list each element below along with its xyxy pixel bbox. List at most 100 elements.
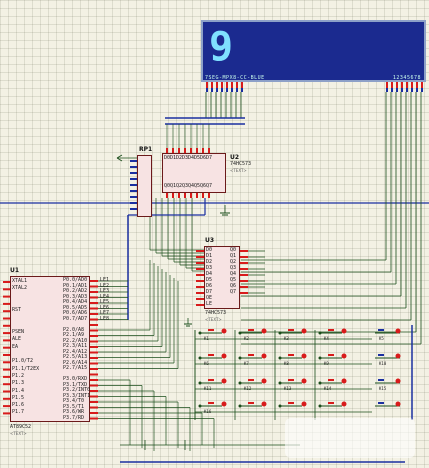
key-pin [261, 328, 267, 334]
key-pin [395, 378, 401, 384]
junction-dot [198, 331, 202, 335]
u1-right-pin-label: P0.7/AD7 [63, 315, 88, 322]
u1-left-pin-label: PSEN [12, 329, 25, 336]
u3-pin [240, 292, 248, 294]
junction-dot [318, 331, 322, 335]
u1-left-pin-label: XTAL2 [12, 285, 28, 292]
u1-left-pin-label: P1.5 [12, 394, 25, 401]
key-switch-cap [248, 329, 254, 331]
u3-pin [240, 274, 248, 276]
u2-ref: U2 [230, 154, 240, 161]
key-pin [261, 378, 267, 384]
display-digit-pin [416, 88, 418, 92]
rp1-pin [130, 166, 137, 168]
rp1-pin [130, 178, 137, 180]
key-label: K16 [204, 409, 212, 414]
display-digit-pin [391, 88, 393, 92]
u2-pin [208, 193, 210, 198]
u3-pin [196, 286, 204, 288]
u1-left-pin-label: XTAL1 [12, 278, 28, 284]
junction-dot [238, 331, 242, 335]
u1-left-pin-label: P1.3 [12, 380, 25, 387]
key-pin [261, 353, 267, 359]
u2-pin [178, 193, 180, 198]
u3-pin [196, 304, 204, 306]
junction-dot [278, 404, 282, 408]
u1-right-pin [90, 280, 98, 282]
display-segment-pin [221, 88, 223, 92]
u1-left-pin [3, 390, 10, 393]
key-switch-cap [378, 402, 384, 404]
key-switch-cap [208, 329, 214, 331]
u1-right-pin [90, 324, 98, 326]
display-segment-pin [221, 82, 223, 88]
u1-right-pin [90, 351, 98, 354]
u3-pin [196, 256, 204, 258]
display-left-label: 7SEG-MPX8-CC-BLUE [205, 75, 265, 81]
u1-right-pin [90, 313, 98, 315]
display-digit: 9 [209, 24, 234, 70]
junction-dot [278, 331, 282, 335]
u1-part: AT89C52 [10, 424, 32, 430]
display-digit-pin [386, 82, 388, 88]
key-switch-cap [208, 354, 214, 356]
display-segment-pin [216, 82, 218, 88]
u1-right-pin [90, 395, 98, 398]
u1-right-pin [90, 302, 98, 304]
u1-sub: <TEXT> [10, 431, 27, 436]
display-digit-pin [391, 82, 393, 88]
u1-right-pin [90, 384, 98, 387]
u1-right-pin [90, 412, 98, 414]
display-digit-pin [396, 82, 398, 88]
display-digit-pin [396, 88, 398, 92]
junction-dot [318, 356, 322, 360]
key-switch-cap [248, 354, 254, 356]
u3-pin [240, 280, 248, 282]
key-pin [395, 353, 401, 359]
key-switch-cap [248, 402, 254, 404]
u3-pin [240, 262, 248, 264]
key-label: K1 [204, 336, 209, 341]
schematic-canvas[interactable]: 9 7SEG-MPX8-CC-BLUE 12345678 RP1 U2 74HC… [0, 0, 429, 468]
u3-pin [196, 268, 204, 270]
u1-right-pin [90, 362, 98, 365]
u3-pin [240, 286, 248, 288]
display-segment-pin [241, 88, 243, 92]
rp1-resistor-pack[interactable] [137, 155, 152, 217]
key-pin [301, 401, 307, 407]
u1-right-pin [90, 390, 98, 392]
rp1-pin [130, 172, 137, 174]
u1-right-pin [90, 335, 98, 337]
u1-left-pin [3, 412, 10, 415]
key-label: K14 [324, 386, 332, 391]
key-pin [341, 353, 347, 359]
key-label: K4 [324, 336, 329, 341]
u1-right-pin [90, 318, 98, 321]
display-right-label: 12345678 [392, 75, 421, 81]
rp1-pin [130, 190, 137, 192]
rp1-pin [130, 160, 137, 162]
key-pin [341, 378, 347, 384]
display-digit-pin [421, 88, 423, 92]
display-digit-pin [421, 82, 423, 88]
key-label: K2 [244, 336, 249, 341]
net-label: LE8 [100, 315, 110, 322]
u3-pin [196, 298, 204, 300]
key-switch-cap [288, 329, 294, 331]
display-digit-pin [416, 82, 418, 88]
u1-left-pin [3, 339, 10, 342]
u3-pin [196, 250, 204, 252]
rp1-pin [130, 208, 137, 210]
u1-left-pin [3, 368, 10, 371]
seven-segment-display[interactable]: 9 7SEG-MPX8-CC-BLUE 12345678 [201, 20, 426, 82]
display-segment-pin [236, 88, 238, 92]
u3-pin [240, 256, 248, 258]
key-label: K9 [324, 361, 329, 366]
u1-left-pin-label: P1.4 [12, 387, 25, 394]
key-pin [301, 328, 307, 334]
key-switch-cap [378, 379, 384, 381]
u1-left-pin [3, 281, 10, 283]
display-digit-pin [401, 82, 403, 88]
u3-pin [196, 262, 204, 264]
key-pin [301, 378, 307, 384]
